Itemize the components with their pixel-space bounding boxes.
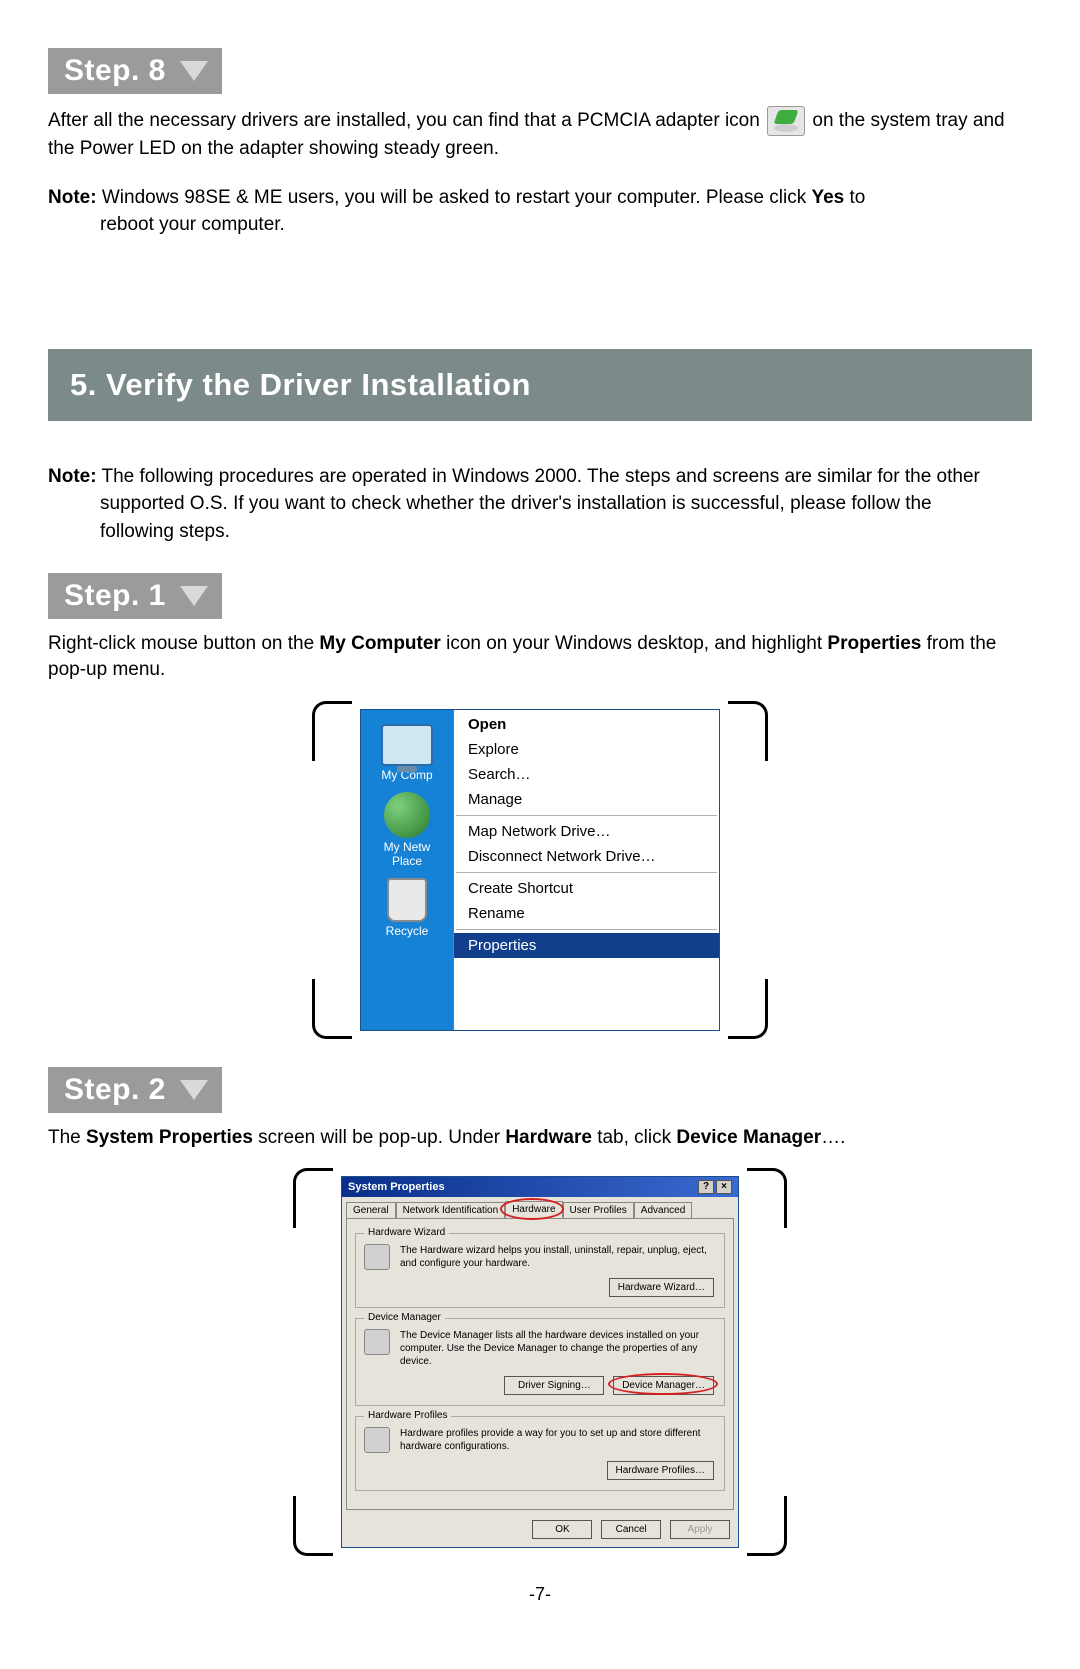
bracket-corner-icon	[747, 1168, 787, 1228]
context-menu: Open Explore Search… Manage Map Network …	[453, 710, 719, 1030]
apply-button[interactable]: Apply	[670, 1520, 730, 1539]
bracket-corner-icon	[312, 701, 352, 761]
menu-item-properties[interactable]: Properties	[454, 933, 719, 958]
menu-item-search[interactable]: Search…	[454, 762, 719, 787]
group-device-manager: Device Manager The Device Manager lists …	[355, 1318, 725, 1406]
step-2-badge: Step. 2	[48, 1067, 222, 1113]
dialog-title: System Properties	[348, 1181, 445, 1193]
tab-user-profiles[interactable]: User Profiles	[563, 1202, 634, 1218]
note-label: Note:	[48, 466, 97, 487]
step-2-label: Step. 2	[64, 1073, 166, 1107]
group-legend: Hardware Wizard	[364, 1227, 449, 1238]
step-8-label: Step. 8	[64, 54, 166, 88]
group-legend: Device Manager	[364, 1312, 445, 1323]
help-button[interactable]: ?	[698, 1180, 714, 1194]
bracket-corner-icon	[312, 979, 352, 1039]
hardware-wizard-button[interactable]: Hardware Wizard…	[609, 1278, 714, 1297]
recycle-label: Recycle	[361, 924, 453, 938]
hardware-wizard-text: The Hardware wizard helps you install, u…	[400, 1244, 714, 1270]
bracket-corner-icon	[728, 701, 768, 761]
driver-signing-button[interactable]: Driver Signing…	[504, 1376, 604, 1395]
group-legend: Hardware Profiles	[364, 1410, 451, 1421]
desktop-strip: My Comp My Netw Place Recycle	[361, 710, 453, 1030]
menu-separator	[456, 929, 717, 930]
menu-item-open[interactable]: Open	[454, 712, 719, 737]
device-manager-icon	[364, 1329, 390, 1355]
section-5-heading: 5. Verify the Driver Installation	[48, 349, 1032, 421]
close-button[interactable]: ×	[716, 1180, 732, 1194]
chevron-down-icon	[180, 1080, 208, 1100]
step-8-note: Note: Windows 98SE & ME users, you will …	[48, 184, 1032, 239]
hardware-profiles-icon	[364, 1427, 390, 1453]
menu-item-explore[interactable]: Explore	[454, 737, 719, 762]
step-8-badge: Step. 8	[48, 48, 222, 94]
bracket-corner-icon	[728, 979, 768, 1039]
my-network-places-icon	[384, 792, 430, 838]
step-2-paragraph: The System Properties screen will be pop…	[48, 1125, 1032, 1151]
dialog-panel: Hardware Wizard The Hardware wizard help…	[346, 1218, 734, 1510]
menu-item-rename[interactable]: Rename	[454, 901, 719, 926]
chevron-down-icon	[180, 586, 208, 606]
pcmcia-tray-icon	[767, 106, 805, 136]
chevron-down-icon	[180, 61, 208, 81]
dialog-footer: OK Cancel Apply	[342, 1514, 738, 1547]
hardware-profiles-text: Hardware profiles provide a way for you …	[400, 1427, 714, 1453]
tab-advanced[interactable]: Advanced	[634, 1202, 692, 1218]
system-properties-dialog: System Properties ?× General Network Ide…	[341, 1176, 739, 1548]
my-network-label-2: Place	[361, 854, 453, 868]
highlight-circle-icon	[608, 1373, 718, 1395]
bracket-corner-icon	[747, 1496, 787, 1556]
tab-general[interactable]: General	[346, 1202, 396, 1218]
section-5-note: Note: The following procedures are opera…	[48, 463, 1032, 546]
page-number: -7-	[48, 1584, 1032, 1605]
tab-hardware[interactable]: Hardware	[505, 1201, 562, 1218]
menu-item-map-drive[interactable]: Map Network Drive…	[454, 819, 719, 844]
step-1-paragraph: Right-click mouse button on the My Compu…	[48, 631, 1032, 682]
step-1-badge: Step. 1	[48, 573, 222, 619]
tab-network-identification[interactable]: Network Identification	[396, 1202, 506, 1218]
menu-separator	[456, 872, 717, 873]
group-hardware-wizard: Hardware Wizard The Hardware wizard help…	[355, 1233, 725, 1308]
my-network-label-1: My Netw	[361, 840, 453, 854]
menu-item-disconnect-drive[interactable]: Disconnect Network Drive…	[454, 844, 719, 869]
bracket-corner-icon	[293, 1496, 333, 1556]
figure-2-system-properties: System Properties ?× General Network Ide…	[293, 1168, 787, 1556]
figure-1-context-menu: My Comp My Netw Place Recycle Open Explo…	[312, 701, 768, 1039]
dialog-titlebar: System Properties ?×	[342, 1177, 738, 1197]
step-8-paragraph: After all the necessary drivers are inst…	[48, 106, 1032, 162]
menu-separator	[456, 815, 717, 816]
highlight-circle-icon	[500, 1198, 564, 1220]
device-manager-button[interactable]: Device Manager…	[613, 1376, 714, 1395]
device-manager-text: The Device Manager lists all the hardwar…	[400, 1329, 714, 1368]
dialog-tabs: General Network Identification Hardware …	[342, 1197, 738, 1218]
bracket-corner-icon	[293, 1168, 333, 1228]
note-label: Note:	[48, 187, 97, 208]
menu-item-create-shortcut[interactable]: Create Shortcut	[454, 876, 719, 901]
my-computer-icon	[381, 724, 433, 766]
menu-item-manage[interactable]: Manage	[454, 787, 719, 812]
ok-button[interactable]: OK	[532, 1520, 592, 1539]
hardware-profiles-button[interactable]: Hardware Profiles…	[607, 1461, 714, 1480]
cancel-button[interactable]: Cancel	[601, 1520, 661, 1539]
step-1-label: Step. 1	[64, 579, 166, 613]
recycle-bin-icon	[387, 878, 427, 922]
group-hardware-profiles: Hardware Profiles Hardware profiles prov…	[355, 1416, 725, 1491]
hardware-wizard-icon	[364, 1244, 390, 1270]
